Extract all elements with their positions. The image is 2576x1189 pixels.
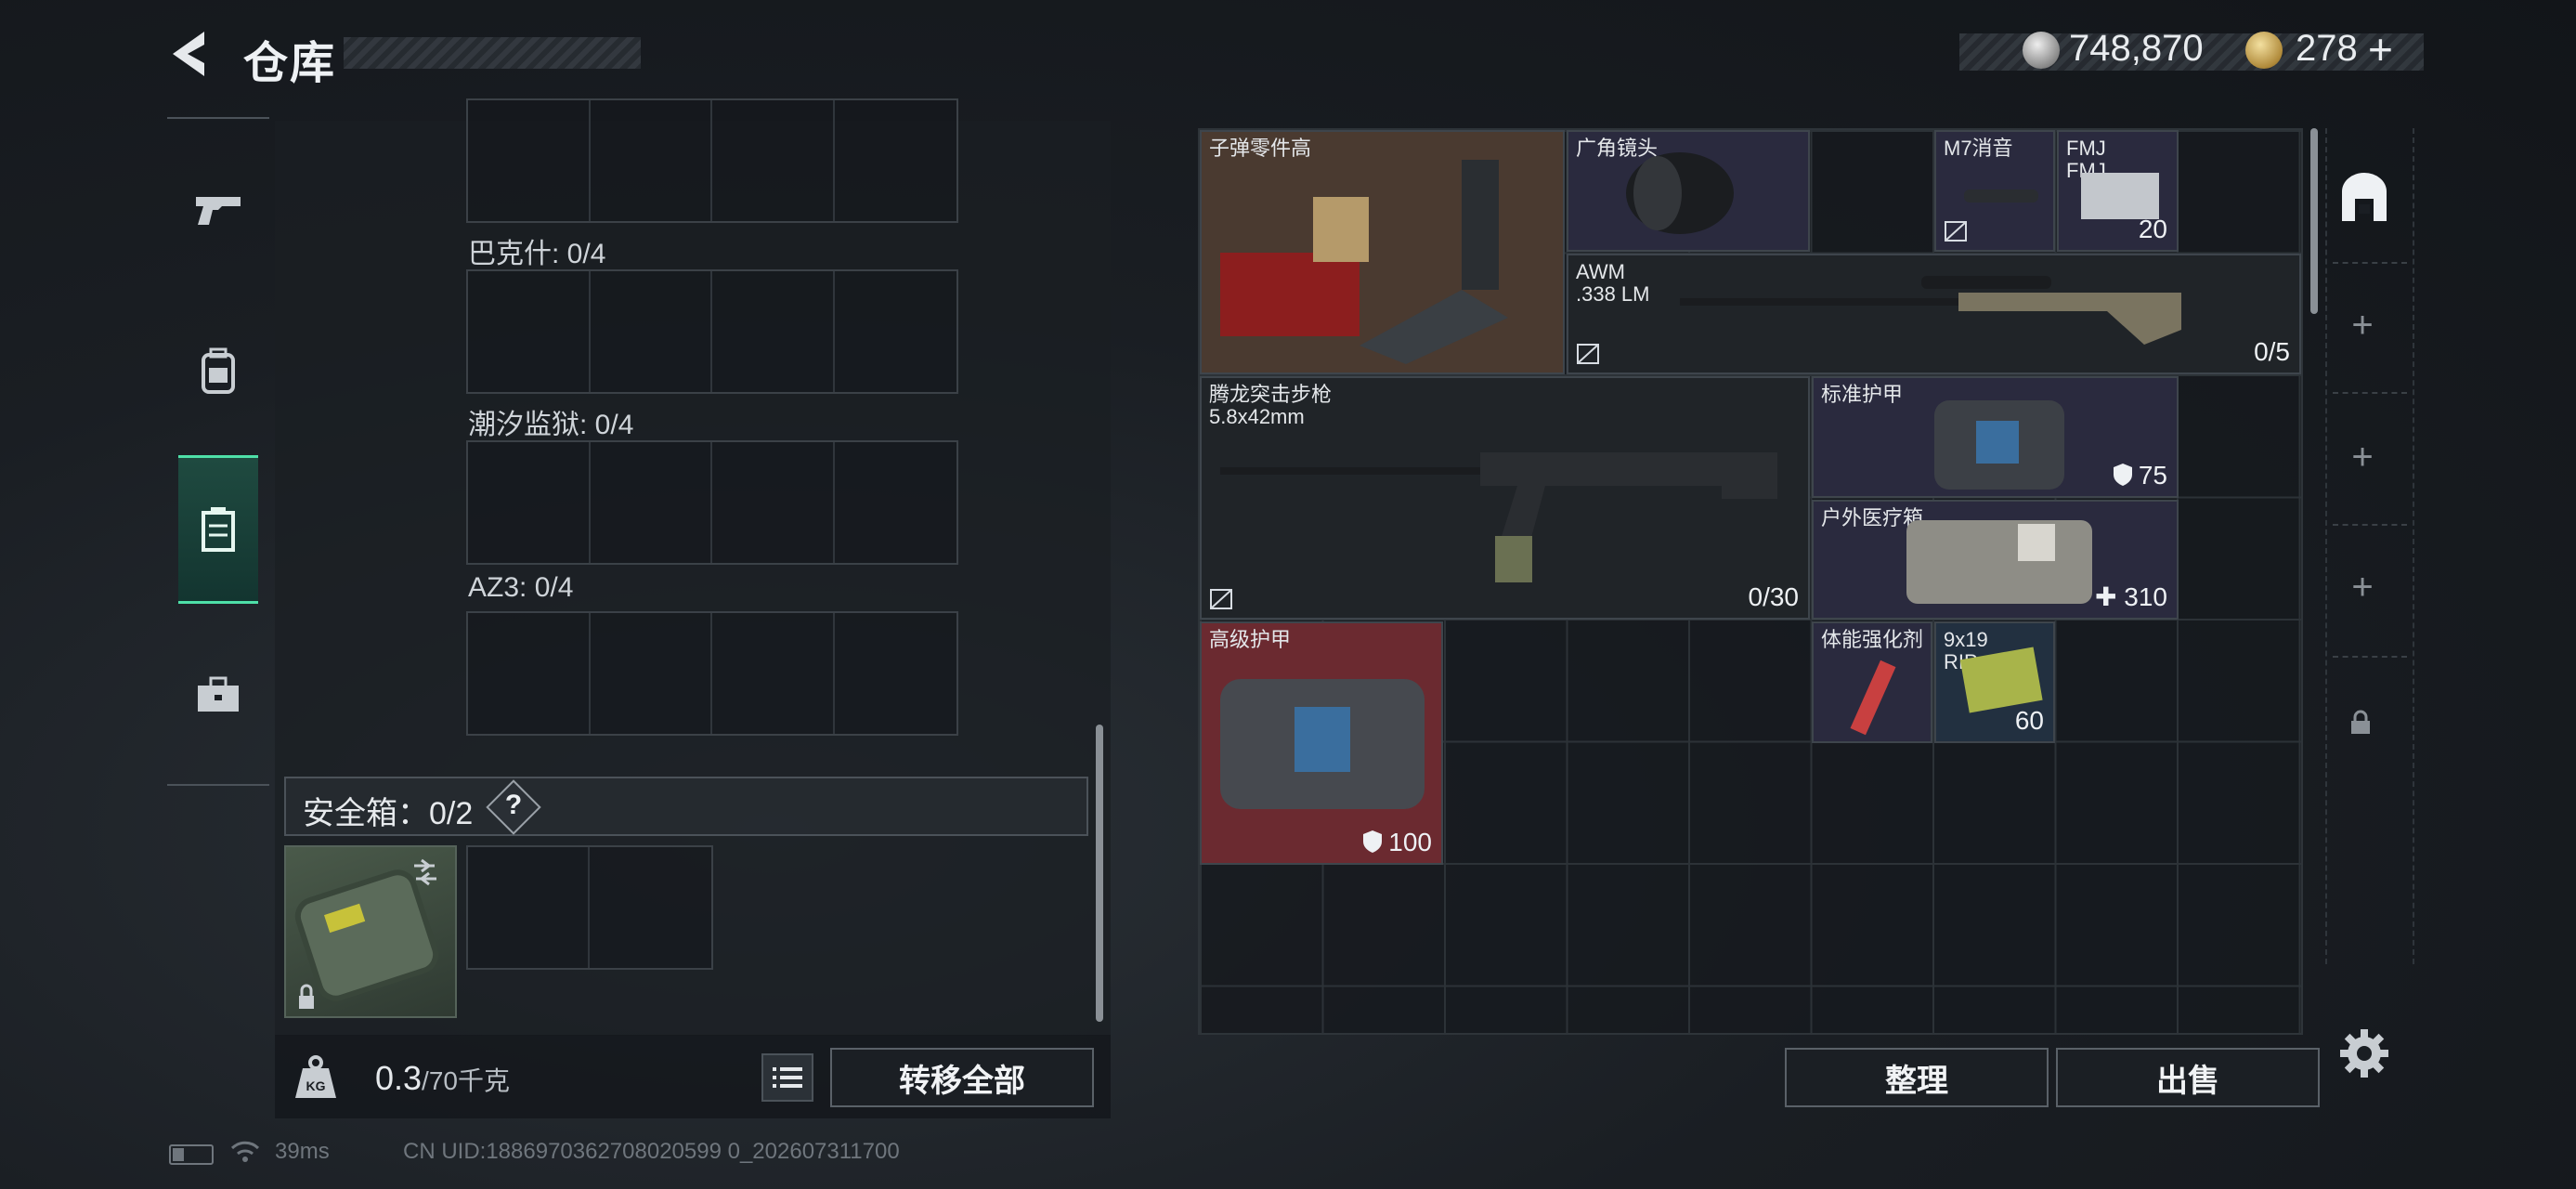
slot-row-top[interactable]: [466, 98, 958, 223]
item-heal-value: ✚ 310: [2095, 582, 2167, 611]
back-arrow-icon[interactable]: [167, 28, 214, 80]
lock-icon: [299, 996, 314, 1009]
slot-row-bakshi[interactable]: [466, 269, 958, 394]
tab-weapons[interactable]: [167, 136, 269, 284]
silver-coin-icon: [2023, 32, 2060, 69]
lock-icon[interactable]: [2349, 710, 2372, 736]
tab-storage[interactable]: [178, 455, 258, 604]
title-decoration: [344, 37, 641, 69]
plus-icon: ✚: [2095, 582, 2125, 611]
item-advanced-armor[interactable]: 高级护甲 100: [1200, 621, 1443, 865]
add-page-button[interactable]: +: [2344, 305, 2381, 346]
weight-readout: 0.3/70千克: [375, 1059, 510, 1098]
no-insure-icon: [1577, 344, 1599, 364]
silver-amount: 748,870: [2069, 28, 2204, 69]
item-awm-rifle[interactable]: AWM .338 LM 0/5: [1567, 254, 2301, 374]
no-insure-icon: [1210, 589, 1232, 609]
item-wide-angle-lens[interactable]: 广角镜头: [1567, 130, 1810, 252]
weight-current: 0.3: [375, 1059, 423, 1097]
item-count: 20: [2138, 215, 2167, 243]
transfer-all-button[interactable]: 转移全部: [830, 1048, 1094, 1107]
uid-readout: CN UID:1886970362708020599 0_20260731170…: [403, 1139, 900, 1164]
settings-gear-icon[interactable]: [2338, 1027, 2390, 1079]
item-fmj-ammo[interactable]: FMJ FMJ 20: [2057, 130, 2179, 252]
item-ammo-count: 0/5: [2254, 337, 2290, 366]
gold-amount: 278: [2296, 28, 2358, 69]
item-durability: 75: [2113, 461, 2167, 490]
slot-group-label: AZ3: 0/4: [468, 572, 574, 603]
item-ammo-count: 0/30: [1748, 582, 1800, 611]
divider: [2333, 262, 2407, 264]
divider: [2333, 524, 2407, 526]
safe-case-item[interactable]: [284, 845, 457, 1018]
wifi-icon: [230, 1141, 260, 1162]
page-title: 仓库: [243, 39, 337, 88]
locker-icon: [202, 507, 235, 552]
shield-icon: [1363, 830, 1383, 853]
toolbox-icon: [198, 676, 239, 712]
list-icon: [773, 1067, 802, 1088]
slot-group-label: 巴克什: 0/4: [468, 239, 606, 269]
item-outdoor-medkit[interactable]: 户外医疗箱 ✚ 310: [1812, 500, 2179, 620]
swap-icon: [414, 858, 436, 886]
item-count: 60: [2014, 706, 2044, 735]
item-tenglong-rifle[interactable]: 腾龙突击步枪 5.8x42mm 0/30: [1200, 376, 1810, 620]
sort-button[interactable]: 整理: [1785, 1048, 2049, 1107]
item-m7-suppressor[interactable]: M7消音: [1934, 130, 2055, 252]
slot-row-tidal-prison[interactable]: [466, 440, 958, 565]
list-view-button[interactable]: [761, 1053, 813, 1102]
tab-backpack[interactable]: [167, 297, 269, 446]
item-standard-armor[interactable]: 标准护甲 75: [1812, 376, 2179, 498]
divider: [2333, 656, 2407, 658]
grid-pages-sidebar: [2325, 128, 2414, 964]
item-stim-injector[interactable]: 体能强化剂: [1812, 621, 1932, 743]
svg-text:KG: KG: [306, 1078, 326, 1093]
sell-button[interactable]: 出售: [2056, 1048, 2320, 1107]
add-page-button[interactable]: +: [2344, 567, 2381, 608]
stash-scrollbar[interactable]: [2310, 128, 2318, 314]
backpack-icon: [202, 347, 235, 394]
storage-page-icon[interactable]: [2336, 171, 2392, 223]
tab-toolbox[interactable]: [167, 621, 269, 769]
item-ammo-parts[interactable]: 子弹零件高: [1200, 130, 1565, 374]
pistol-icon: [196, 197, 241, 225]
shield-icon: [2113, 464, 2132, 486]
slot-group-label: 潮汐监狱: 0/4: [468, 410, 634, 440]
slot-row-az3[interactable]: [466, 611, 958, 736]
divider: [2333, 392, 2407, 394]
safe-box-label: 安全箱：0/2: [303, 796, 474, 831]
add-page-button[interactable]: +: [2344, 437, 2381, 478]
safe-box-slots[interactable]: [466, 845, 713, 970]
weight-max: /70千克: [422, 1066, 510, 1095]
left-scrollbar[interactable]: [1096, 725, 1103, 1022]
item-durability: 100: [1362, 828, 1432, 857]
no-insure-icon: [1945, 221, 1967, 242]
ping-readout: 39ms: [275, 1139, 330, 1164]
battery-icon: [169, 1144, 214, 1165]
weight-icon: KG: [295, 1055, 336, 1098]
gold-coin-icon: [2245, 32, 2283, 69]
item-9x19-rip-ammo[interactable]: 9x19 RIP 60: [1934, 621, 2055, 743]
add-currency-button[interactable]: +: [2368, 24, 2393, 74]
help-icon-glyph: ?: [504, 790, 523, 820]
